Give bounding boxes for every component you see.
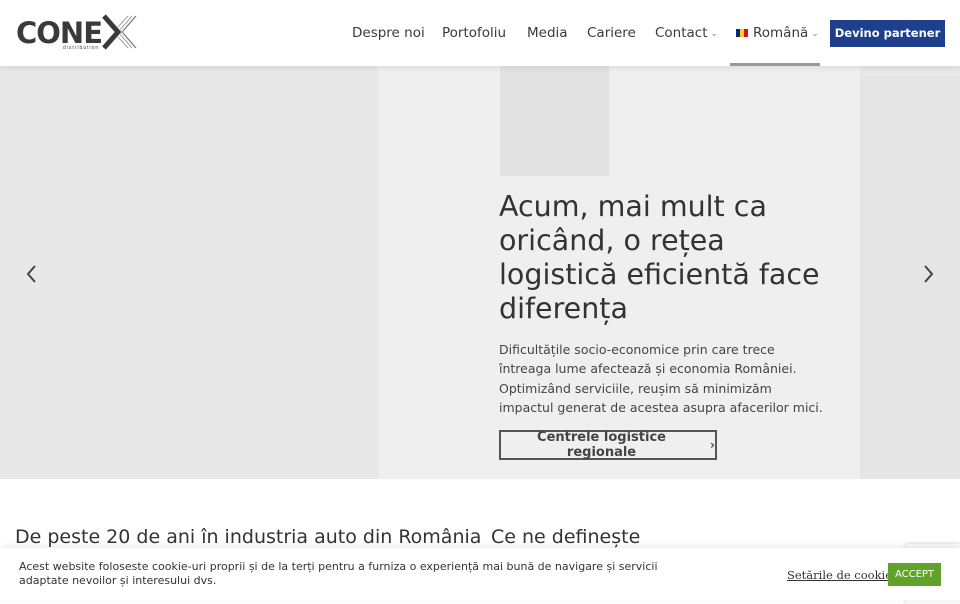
cookie-consent-bar: Acest website foloseste cookie-uri propr… xyxy=(0,548,960,600)
slider-prev-button[interactable] xyxy=(22,262,42,286)
section-heading-industry: De peste 20 de ani în industria auto din… xyxy=(15,526,482,548)
language-selector[interactable]: Română ⌄ xyxy=(736,25,819,42)
nav-item-portfolio[interactable]: Portofoliu xyxy=(442,25,506,41)
site-header: CONE distribution Despre noi Portofoliu … xyxy=(0,0,960,66)
nav-item-media[interactable]: Media xyxy=(527,25,568,41)
cookie-settings-link[interactable]: Setările de cookie xyxy=(787,568,892,582)
chevron-down-icon: ⌄ xyxy=(710,29,719,39)
become-partner-button[interactable]: Devino partener xyxy=(830,20,945,47)
nav-item-careers[interactable]: Cariere xyxy=(587,25,636,41)
hero-description: Dificultățile socio-economice prin care … xyxy=(499,342,823,415)
romania-flag-icon xyxy=(736,29,748,37)
logo-wordmark: CONE xyxy=(16,16,103,50)
chevron-right-icon xyxy=(924,265,934,283)
section-heading-values: Ce ne definește xyxy=(491,526,641,548)
cookie-accept-button[interactable]: ACCEPT xyxy=(888,563,941,586)
regional-logistics-button[interactable]: Centrele logistice regionale › xyxy=(499,430,717,460)
chevron-down-icon: ⌄ xyxy=(811,29,819,39)
conex-logo[interactable]: CONE distribution xyxy=(16,14,138,54)
logo-x-mark-icon xyxy=(102,14,137,50)
slider-next-button[interactable] xyxy=(918,262,938,286)
nav-item-contact-label: Contact xyxy=(655,25,708,41)
chevron-left-icon xyxy=(26,265,36,283)
hero-title: Acum, mai mult ca oricând, o rețea logis… xyxy=(499,190,820,325)
nav-item-contact[interactable]: Contact ⌄ xyxy=(655,25,718,42)
cookie-message: Acest website foloseste cookie-uri propr… xyxy=(19,560,658,587)
logo-tagline: distribution xyxy=(63,45,100,51)
regional-logistics-button-label: Centrele logistice regionale xyxy=(537,430,666,460)
chevron-right-icon: › xyxy=(710,438,715,452)
hero-image-placeholder xyxy=(500,66,609,176)
language-label: Română xyxy=(753,25,809,41)
language-active-indicator xyxy=(730,63,820,66)
nav-item-about[interactable]: Despre noi xyxy=(352,25,425,41)
hero-next-slide-preview xyxy=(860,76,960,479)
